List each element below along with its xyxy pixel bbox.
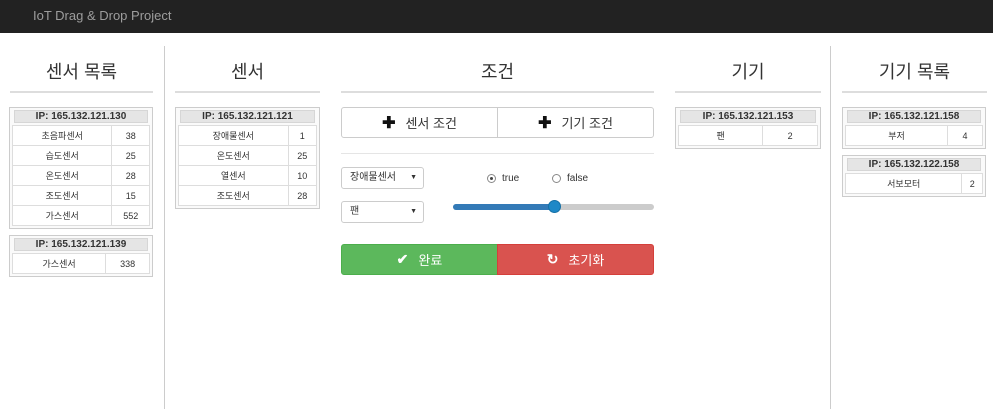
- device-title: 기기: [731, 62, 765, 82]
- reset-label: 초기화: [568, 253, 605, 268]
- sensor-value: 10: [287, 165, 318, 186]
- sensor-name: 습도센서: [11, 145, 113, 166]
- right-separator: [830, 46, 831, 409]
- table-row[interactable]: 온도센서 25: [178, 145, 318, 166]
- device-select-value: 팬: [350, 206, 360, 217]
- sensor-table: 장애물센서 1 온도센서 25 열센서 10 조도센서 28: [178, 125, 318, 206]
- sensor-value: 25: [287, 145, 318, 166]
- table-row[interactable]: 부저 4: [844, 125, 983, 146]
- device-value: 2: [961, 173, 983, 194]
- ip-label: IP: 165.132.121.130: [14, 110, 148, 123]
- ip-label: IP: 165.132.122.158: [847, 158, 981, 171]
- table-row[interactable]: 조도센서 28: [178, 185, 318, 206]
- plus-icon: ✚: [382, 114, 396, 132]
- ip-label: IP: 165.132.121.121: [180, 110, 315, 123]
- device-list-title: 기기 목록: [878, 62, 951, 82]
- sensor-name: 초음파센서: [11, 125, 113, 146]
- selected-sensor-card[interactable]: IP: 165.132.121.121 장애물센서 1 온도센서 25 열센서 10 …: [175, 107, 320, 209]
- table-row[interactable]: 팬2: [677, 125, 818, 146]
- radio-true-label: true: [502, 173, 520, 184]
- sensor-list-title: 센서 목록: [45, 62, 118, 82]
- table-row[interactable]: 습도센서 25: [11, 145, 150, 166]
- sensor-value: 25: [111, 145, 150, 166]
- caret-down-icon: ▼: [410, 208, 417, 215]
- sensor-card[interactable]: IP: 165.132.121.139 가스센서 338: [9, 235, 153, 277]
- sensor-name: 온도센서: [178, 145, 289, 166]
- sensor-table: 초음파센서 38 습도센서 25 온도센서 28 조도센서 15 가스센서 552: [11, 125, 150, 226]
- sensor-select[interactable]: 장애물센서 ▼: [341, 167, 424, 189]
- sensor-name: 조도센서: [178, 185, 289, 206]
- condition-divider: [341, 91, 654, 93]
- done-label: 완료: [418, 253, 443, 268]
- device-card[interactable]: IP: 165.132.122.158 서보모터 2: [842, 155, 986, 197]
- sensor-table: 가스센서 338: [11, 253, 150, 274]
- sensor-name: 온도센서: [11, 165, 113, 186]
- sensor-value: 15: [111, 185, 150, 206]
- sensor-name: 가스센서: [11, 205, 113, 226]
- sensor-name: 가스센서: [11, 253, 107, 274]
- device-table: 서보모터 2: [844, 173, 983, 194]
- table-row[interactable]: 온도센서 28: [11, 165, 150, 186]
- device-name: 서보모터: [844, 173, 963, 194]
- add-device-condition-button[interactable]: ✚ 기기 조건: [497, 107, 654, 138]
- sensor-value: 1: [287, 125, 318, 146]
- done-button[interactable]: ✔ 완료: [341, 244, 498, 275]
- table-row[interactable]: 가스센서 552: [11, 205, 150, 226]
- caret-down-icon: ▼: [410, 174, 417, 181]
- sensor-name: 열센서: [178, 165, 289, 186]
- device-card[interactable]: IP: 165.132.121.158 부저 4: [842, 107, 986, 149]
- device-table: 팬2: [677, 125, 818, 146]
- sensor-title: 센서: [230, 62, 265, 82]
- sensor-value: 552: [111, 205, 150, 226]
- add-sensor-condition-label: 센서 조건: [405, 116, 457, 131]
- device-list-divider: [842, 91, 987, 93]
- device-name: 팬: [677, 125, 764, 146]
- sensor-value: 28: [111, 165, 150, 186]
- device-table: 부저 4: [844, 125, 983, 146]
- device-select[interactable]: 팬 ▼: [341, 201, 424, 223]
- refresh-icon: ↻: [546, 251, 559, 267]
- sensor-name: 장애물센서: [178, 125, 289, 146]
- left-separator: [164, 46, 165, 409]
- sensor-value: 338: [105, 253, 150, 274]
- radio-false-dot[interactable]: [552, 174, 561, 183]
- table-row[interactable]: 가스센서 338: [11, 253, 150, 274]
- slider-fill: [453, 204, 554, 210]
- table-row[interactable]: 열센서 10: [178, 165, 318, 186]
- add-device-condition-label: 기기 조건: [561, 116, 613, 131]
- radio-false-label: false: [567, 173, 589, 184]
- table-row[interactable]: 조도센서 15: [11, 185, 150, 206]
- ip-label: IP: 165.132.121.158: [847, 110, 981, 123]
- sensor-card[interactable]: IP: 165.132.121.130 초음파센서 38 습도센서 25 온도센서 2…: [9, 107, 153, 229]
- ip-label: IP: 165.132.121.153: [680, 110, 816, 123]
- table-row[interactable]: 초음파센서 38: [11, 125, 150, 146]
- add-sensor-condition-button[interactable]: ✚ 센서 조건: [341, 107, 498, 138]
- sensor-divider: [175, 91, 320, 93]
- sensor-value: 38: [111, 125, 150, 146]
- plus-icon: ✚: [538, 114, 552, 132]
- slider-handle[interactable]: [547, 200, 561, 213]
- navbar: IoT Drag & Drop Project: [0, 0, 993, 33]
- sensor-name: 조도센서: [11, 185, 113, 206]
- reset-button[interactable]: ↻ 초기화: [497, 244, 654, 275]
- sensor-list-divider: [10, 91, 153, 93]
- sensor-value: 28: [287, 185, 318, 206]
- device-value: 4: [947, 125, 983, 146]
- condition-title: 조건: [480, 62, 515, 82]
- device-divider: [675, 91, 821, 93]
- radio-false[interactable]: false: [552, 173, 588, 184]
- table-row[interactable]: 장애물센서 1: [178, 125, 318, 146]
- check-icon: ✔: [396, 251, 409, 267]
- table-row[interactable]: 서보모터 2: [844, 173, 983, 194]
- ip-label: IP: 165.132.121.139: [14, 238, 148, 251]
- value-slider[interactable]: [453, 200, 654, 213]
- sensor-select-value: 장애물센서: [350, 172, 396, 183]
- navbar-brand[interactable]: IoT Drag & Drop Project: [33, 8, 171, 23]
- radio-true[interactable]: true: [487, 173, 519, 184]
- condition-separator: [341, 153, 654, 154]
- device-value: 2: [762, 125, 818, 146]
- device-name: 부저: [844, 125, 949, 146]
- radio-true-dot[interactable]: [487, 174, 496, 183]
- selected-device-card[interactable]: IP: 165.132.121.153 팬2: [675, 107, 821, 149]
